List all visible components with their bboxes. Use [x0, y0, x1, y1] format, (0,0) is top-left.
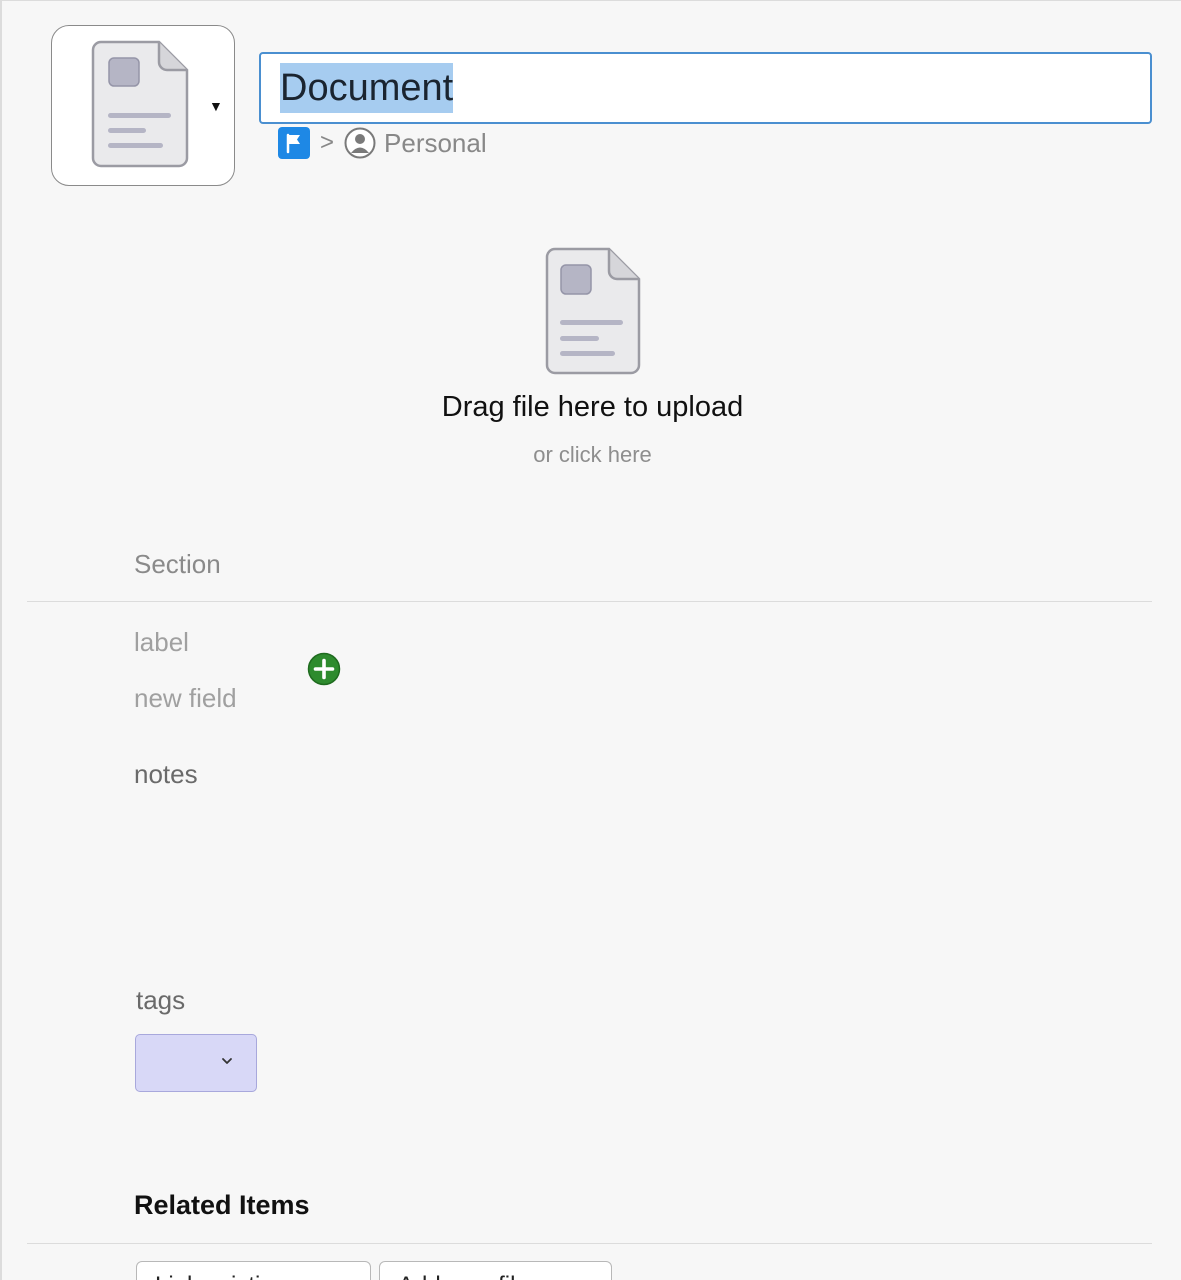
- flag-icon: [278, 127, 310, 159]
- chevron-down-icon: [222, 1058, 232, 1064]
- plus-circle-icon[interactable]: [307, 652, 341, 686]
- upload-instruction: Drag file here to upload: [441, 391, 744, 423]
- section-divider: [27, 601, 1152, 602]
- field-label-input[interactable]: label: [134, 627, 189, 658]
- link-existing-button[interactable]: Link existing: [136, 1261, 371, 1280]
- notes-label: notes: [134, 759, 198, 789]
- item-editor-panel: ▼ Document > Personal Drag file here to …: [0, 0, 1181, 1280]
- breadcrumb-separator: >: [320, 129, 335, 156]
- document-icon: [545, 247, 640, 375]
- related-divider: [27, 1243, 1152, 1244]
- document-icon: [91, 40, 189, 168]
- section-title[interactable]: Section: [134, 549, 221, 580]
- tags-label: tags: [136, 985, 186, 1015]
- item-title-value: Document: [280, 63, 454, 113]
- chevron-down-icon: ▼: [209, 98, 223, 114]
- add-new-file-button[interactable]: Add new file: [379, 1261, 612, 1280]
- person-icon: [344, 127, 376, 159]
- new-field-input[interactable]: new field: [134, 683, 237, 714]
- related-items-title: Related Items: [134, 1190, 310, 1220]
- upload-click-link[interactable]: or click here: [2, 442, 1181, 468]
- item-icon-picker[interactable]: ▼: [51, 25, 235, 186]
- tags-select[interactable]: [135, 1034, 257, 1092]
- file-upload-dropzone[interactable]: Drag file here to upload or click here: [2, 247, 1181, 468]
- vault-name[interactable]: Personal: [384, 128, 487, 159]
- breadcrumb: > Personal: [278, 125, 487, 161]
- item-title-input[interactable]: Document: [259, 52, 1152, 124]
